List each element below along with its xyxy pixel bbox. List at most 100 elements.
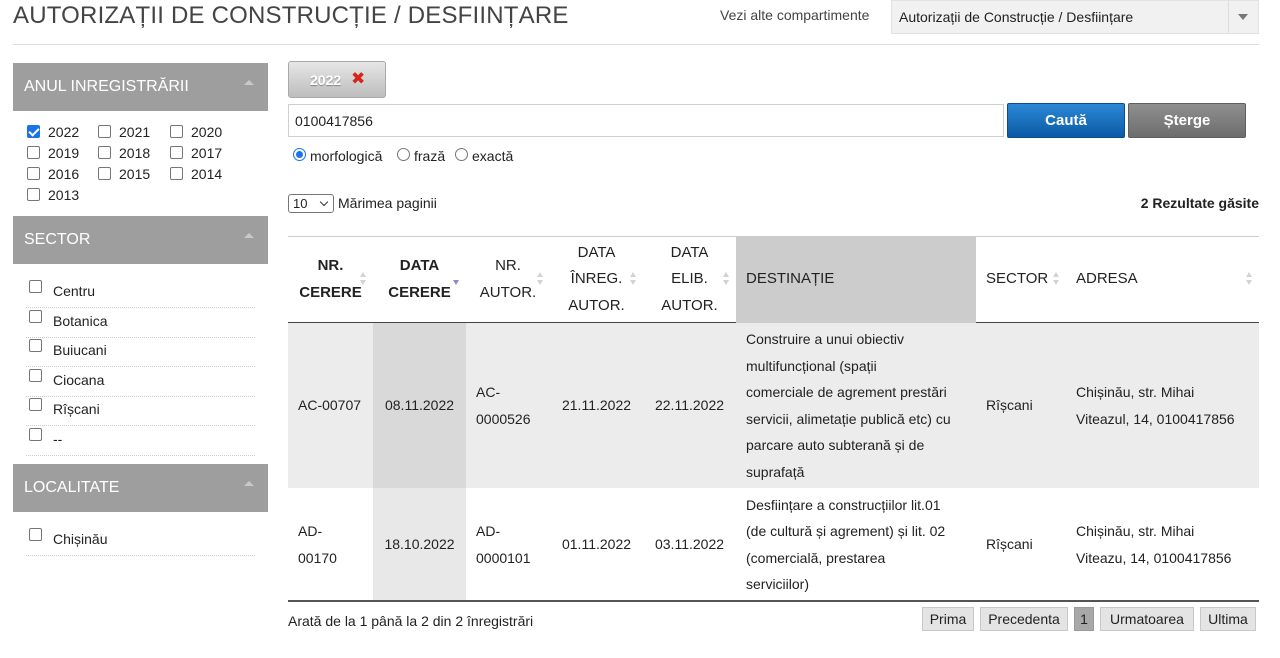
sector-item[interactable]: Ciocana — [26, 368, 255, 397]
sector-checkbox[interactable] — [29, 280, 42, 293]
column-header[interactable]: DATA ÎNREG. AUTOR. — [550, 236, 643, 323]
sector-checkbox[interactable] — [29, 309, 42, 323]
sector-item[interactable]: -- — [26, 427, 255, 456]
page-size-value: 10 — [293, 196, 308, 211]
sector-item[interactable]: Centru — [26, 279, 255, 308]
sector-label: Botanica — [53, 312, 108, 329]
year-label: 2013 — [48, 187, 80, 203]
search-mode-radio-exactă[interactable] — [455, 148, 468, 161]
table-cell-line: suprafață — [746, 463, 805, 480]
column-header-line: DATA — [577, 243, 616, 261]
year-checkbox-2015[interactable] — [98, 167, 111, 180]
active-filter-tag[interactable]: 2022 ✖ — [288, 61, 386, 98]
column-header[interactable]: NR. AUTOR. — [466, 236, 550, 323]
table-cell-line: 0000101 — [476, 549, 531, 566]
table-cell-line: Viteazul, 14, 0100417856 — [1076, 410, 1235, 427]
sector-panel-title: SECTOR — [24, 231, 91, 248]
remove-filter-icon[interactable]: ✖ — [351, 69, 365, 89]
locality-item[interactable]: Chișinău — [26, 527, 255, 556]
table-cell-line: 08.11.2022 — [384, 397, 455, 414]
year-label: 2018 — [119, 145, 151, 161]
column-header[interactable]: SECTOR — [976, 236, 1066, 323]
sector-checkbox[interactable] — [29, 368, 42, 382]
column-header-line: ADRESA — [1076, 270, 1138, 288]
column-header-line: DATA — [670, 243, 709, 261]
current-page-button[interactable]: 1 — [1074, 607, 1094, 631]
table-cell-line: Construire a unui obiectiv — [746, 331, 904, 347]
search-mode-radio-frază[interactable] — [397, 148, 410, 161]
column-header[interactable]: DESTINAȚIE — [736, 236, 976, 323]
search-mode-label: frază — [414, 148, 446, 164]
year-checkbox-2014[interactable] — [170, 167, 183, 180]
table-cell-line: parcare auto subterană și de — [746, 437, 925, 453]
sector-checkbox[interactable] — [29, 398, 42, 412]
table-cell-line: AD- — [298, 523, 323, 539]
year-checkbox-2017[interactable] — [170, 146, 183, 159]
sector-label: -- — [53, 431, 63, 447]
search-input[interactable] — [288, 104, 1004, 137]
column-header[interactable]: DATA ELIB. AUTOR. — [643, 236, 736, 323]
locality-panel-title: LOCALITATE — [24, 479, 120, 496]
table-cell: AD- 0000101 — [476, 518, 546, 571]
first-page-button[interactable]: Prima — [922, 607, 974, 631]
table-cell-line: (comercială, prestarea — [746, 549, 886, 566]
previous-page-button[interactable]: Precedenta — [980, 607, 1068, 631]
sector-item[interactable]: Botanica — [26, 309, 255, 338]
column-header[interactable]: NR. CERERE — [288, 236, 373, 323]
table-bottom-border — [288, 600, 1259, 602]
year-label: 2015 — [119, 166, 151, 182]
column-header[interactable]: ADRESA — [1066, 236, 1259, 323]
collapse-icon — [244, 481, 254, 486]
table-cell-line: 0000526 — [476, 410, 531, 427]
year-label: 2021 — [119, 124, 151, 140]
year-label: 2016 — [48, 166, 80, 182]
table-cell-line: Chișinău, str. Mihai — [1076, 384, 1195, 400]
search-mode-radio-morfologică[interactable] — [293, 148, 306, 161]
column-header[interactable]: DATA CERERE — [373, 236, 466, 323]
year-checkbox-2021[interactable] — [98, 125, 111, 138]
clear-button[interactable]: Șterge — [1128, 103, 1246, 138]
table-cell-line: Rîșcani — [986, 397, 1033, 414]
sector-label: Centru — [53, 283, 96, 299]
sector-checkbox[interactable] — [29, 428, 42, 441]
page-size-select[interactable]: 10 — [288, 194, 334, 213]
locality-checkbox[interactable] — [29, 528, 42, 541]
dropdown-arrow-box[interactable] — [1228, 1, 1258, 33]
table-cell-line: servicii, alimetație publică etc) cu — [746, 410, 951, 427]
table-cell-line: 03.11.2022 — [654, 536, 725, 553]
compartment-select[interactable]: Autorizații de Construcție / Desființare — [891, 0, 1259, 34]
table-cell: 03.11.2022 — [643, 531, 736, 558]
active-filter-label: 2022 — [310, 72, 342, 88]
compartments-label: Vezi alte compartimente — [720, 7, 870, 23]
year-checkbox-2020[interactable] — [170, 125, 183, 138]
table-cell-line: 00170 — [298, 549, 337, 566]
year-checkbox-2022[interactable] — [27, 125, 40, 138]
search-button[interactable]: Caută — [1007, 103, 1125, 138]
sector-item[interactable]: Buiucani — [26, 338, 255, 368]
year-checkbox-2019[interactable] — [27, 146, 40, 159]
year-panel-header[interactable]: ANUL INREGISTRĂRII — [13, 63, 268, 111]
table-cell-line: 21.11.2022 — [561, 397, 632, 414]
table-cell-line: Desființare a construcțiilor lit.01 — [746, 496, 941, 513]
year-label: 2017 — [191, 145, 223, 161]
last-page-button[interactable]: Ultima — [1200, 607, 1256, 631]
sector-checkbox[interactable] — [29, 339, 42, 353]
column-header-line: DESTINAȚIE — [746, 270, 835, 288]
year-checkbox-2016[interactable] — [27, 167, 40, 180]
sector-label: Ciocana — [53, 371, 105, 388]
year-checkbox-2018[interactable] — [98, 146, 111, 159]
column-header-label: ADRESA — [1066, 266, 1259, 293]
column-header-line: AUTOR. — [568, 296, 625, 314]
table-cell: 21.11.2022 — [550, 392, 643, 419]
table-cell: Desființare a construcțiilor lit.01 (de c… — [746, 492, 972, 598]
locality-label: Chișinău — [53, 531, 108, 547]
table-cell-line: Viteazu, 14, 0100417856 — [1076, 549, 1232, 566]
table-cell: 08.11.2022 — [373, 392, 466, 419]
locality-panel-header[interactable]: LOCALITATE — [13, 464, 268, 512]
table-cell: 18.10.2022 — [373, 531, 466, 558]
next-page-button[interactable]: Urmatoarea — [1100, 607, 1194, 631]
sector-item[interactable]: Rîșcani — [26, 397, 255, 427]
sector-panel-header[interactable]: SECTOR — [13, 216, 268, 264]
chevron-down-icon — [319, 197, 329, 207]
year-checkbox-2013[interactable] — [27, 188, 40, 201]
